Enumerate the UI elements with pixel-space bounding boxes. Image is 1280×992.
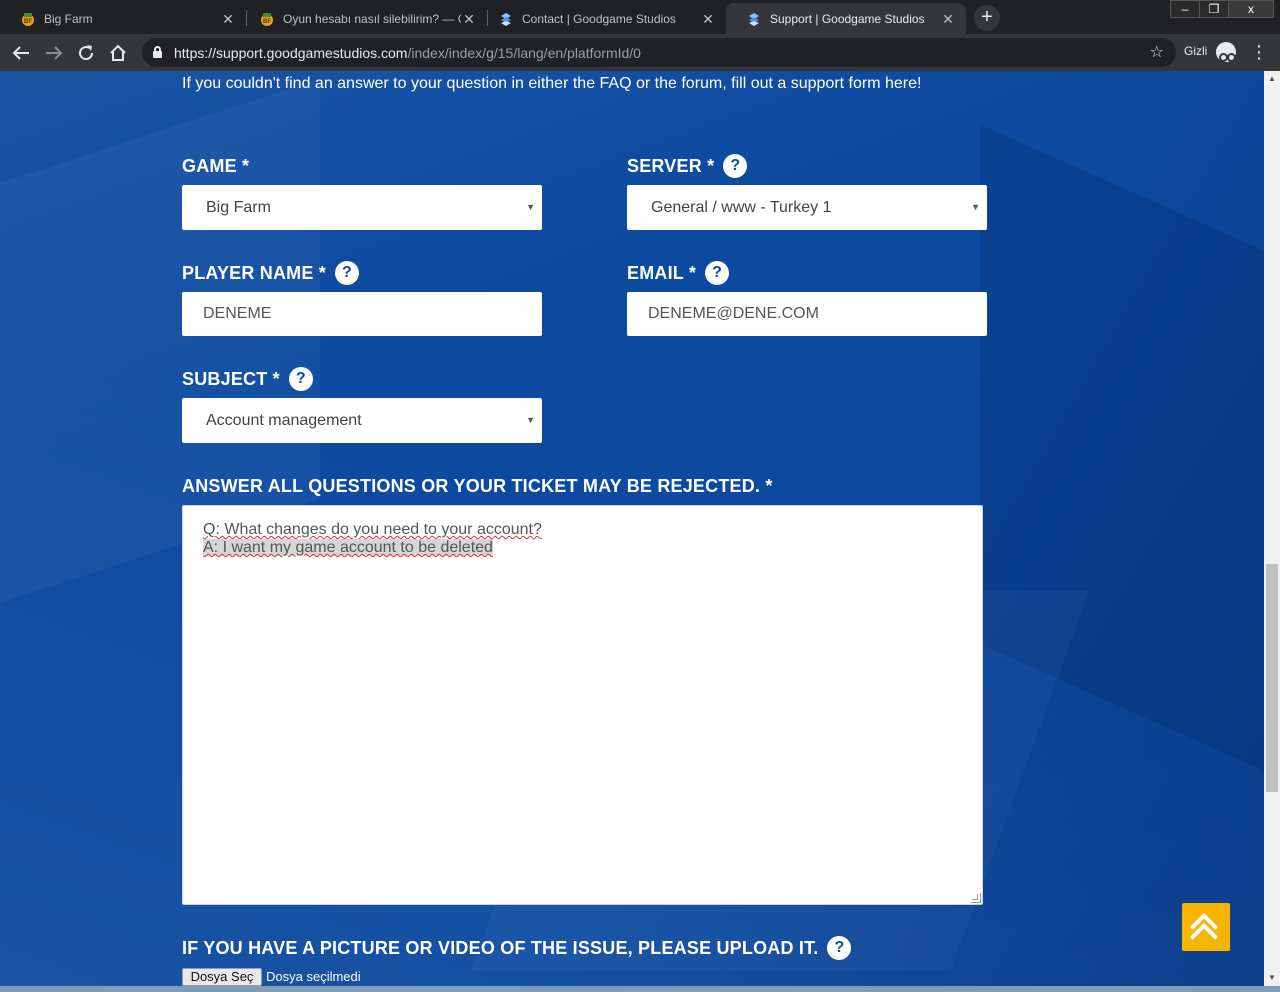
goodgame-favicon	[746, 11, 762, 27]
bookmark-star-icon[interactable]: ☆	[1150, 42, 1164, 62]
close-tab-icon[interactable]: ✕	[461, 11, 477, 27]
email-value: DENEME@DENE.COM	[648, 305, 819, 322]
player-name-label-text: PLAYER NAME *	[182, 262, 326, 283]
tab-big-farm[interactable]: BF Big Farm ✕	[0, 3, 246, 34]
goodgame-favicon	[498, 11, 514, 27]
tab-oyun-hesabi[interactable]: BF Oyun hesabı nasıl silebilirim? — G ✕	[239, 3, 487, 34]
page-scrollbar[interactable]: ▲ ▼	[1264, 71, 1280, 986]
tab-title: Support | Goodgame Studios	[770, 11, 925, 26]
resize-handle-icon[interactable]	[971, 893, 981, 903]
new-tab-button[interactable]: +	[974, 5, 1000, 31]
svg-text:BF: BF	[263, 19, 271, 25]
big-farm-favicon: BF	[20, 11, 36, 27]
game-select-value: Big Farm	[206, 199, 271, 216]
player-name-label: PLAYER NAME * ?	[182, 261, 359, 285]
minimize-button[interactable]: –	[1170, 0, 1200, 18]
tab-support[interactable]: Support | Goodgame Studios ✕	[726, 3, 966, 34]
upload-label: IF YOU HAVE A PICTURE OR VIDEO OF THE IS…	[182, 936, 852, 960]
tab-title: Big Farm	[44, 11, 93, 26]
os-taskbar	[0, 986, 1280, 992]
close-window-button[interactable]: x	[1228, 0, 1274, 18]
forward-arrow-icon[interactable]	[42, 41, 66, 65]
choose-file-button[interactable]: Dosya Seç	[182, 968, 262, 986]
help-icon[interactable]: ?	[723, 154, 748, 178]
server-select-value: General / www - Turkey 1	[651, 199, 832, 216]
upload-label-text: IF YOU HAVE A PICTURE OR VIDEO OF THE IS…	[182, 937, 819, 958]
dropdown-arrow-icon: ▼	[526, 202, 535, 212]
browser-toolbar: https://support.goodgamestudios.com/inde…	[0, 34, 1280, 71]
server-select[interactable]: General / www - Turkey 1 ▼	[627, 185, 987, 230]
answers-label: ANSWER ALL QUESTIONS OR YOUR TICKET MAY …	[182, 476, 773, 497]
email-label-text: EMAIL *	[627, 262, 697, 283]
support-page: If you couldn't find an answer to your q…	[0, 71, 1264, 986]
incognito-label: Gizli	[1184, 44, 1208, 58]
tab-title: Oyun hesabı nasıl silebilirim? — G	[283, 11, 461, 26]
server-label-text: SERVER *	[627, 155, 715, 176]
game-select[interactable]: Big Farm ▼	[182, 185, 542, 230]
answer-line: A: I want my game account to be deleted	[203, 539, 493, 556]
close-tab-icon[interactable]: ✕	[940, 11, 956, 27]
email-label: EMAIL * ?	[627, 261, 730, 285]
tab-bar: BF Big Farm ✕ BF Oyun hesabı nasıl sileb…	[0, 0, 1280, 34]
dropdown-arrow-icon: ▼	[526, 415, 535, 425]
subject-select[interactable]: Account management ▼	[182, 398, 542, 443]
server-label: SERVER * ?	[627, 154, 748, 178]
menu-dots-icon[interactable]: ⋮	[1250, 42, 1268, 62]
help-icon[interactable]: ?	[827, 936, 852, 960]
window-controls: – ❐ x	[1170, 0, 1274, 18]
subject-select-value: Account management	[206, 412, 362, 429]
restore-button[interactable]: ❐	[1199, 0, 1229, 18]
scrollbar-thumb[interactable]	[1266, 564, 1278, 792]
answers-label-text: ANSWER ALL QUESTIONS OR YOUR TICKET MAY …	[182, 476, 773, 496]
reload-icon[interactable]	[74, 41, 98, 65]
tab-title: Contact | Goodgame Studios	[522, 11, 676, 26]
answers-textarea[interactable]: Q: What changes do you need to your acco…	[182, 505, 983, 905]
subject-label: SUBJECT * ?	[182, 367, 313, 391]
email-input[interactable]: DENEME@DENE.COM	[627, 292, 987, 336]
question-line: Q: What changes do you need to your acco…	[203, 521, 542, 538]
file-status: Dosya seçilmedi	[266, 969, 361, 984]
url-text: https://support.goodgamestudios.com/inde…	[174, 45, 641, 61]
incognito-icon[interactable]	[1216, 42, 1236, 62]
intro-text: If you couldn't find an answer to your q…	[182, 75, 922, 92]
subject-label-text: SUBJECT *	[182, 368, 280, 389]
scroll-up-arrow-icon[interactable]: ▲	[1264, 71, 1280, 87]
help-icon[interactable]: ?	[705, 261, 730, 285]
svg-text:BF: BF	[24, 19, 32, 25]
back-arrow-icon[interactable]	[9, 41, 33, 65]
help-icon[interactable]: ?	[288, 367, 313, 391]
scroll-to-top-button[interactable]	[1182, 903, 1230, 952]
address-bar[interactable]: https://support.goodgamestudios.com/inde…	[142, 38, 1176, 67]
big-farm-favicon: BF	[259, 11, 275, 27]
tab-contact[interactable]: Contact | Goodgame Studios ✕	[478, 3, 726, 34]
game-label: GAME *	[182, 156, 249, 177]
lock-icon	[153, 46, 162, 58]
scroll-down-arrow-icon[interactable]: ▼	[1264, 970, 1280, 986]
close-tab-icon[interactable]: ✕	[700, 11, 716, 27]
home-icon[interactable]	[106, 41, 130, 65]
help-icon[interactable]: ?	[334, 261, 359, 285]
player-name-input[interactable]: DENEME	[182, 292, 542, 336]
close-tab-icon[interactable]: ✕	[220, 11, 236, 27]
dropdown-arrow-icon: ▼	[971, 202, 980, 212]
game-label-text: GAME *	[182, 156, 250, 176]
player-name-value: DENEME	[203, 305, 272, 322]
